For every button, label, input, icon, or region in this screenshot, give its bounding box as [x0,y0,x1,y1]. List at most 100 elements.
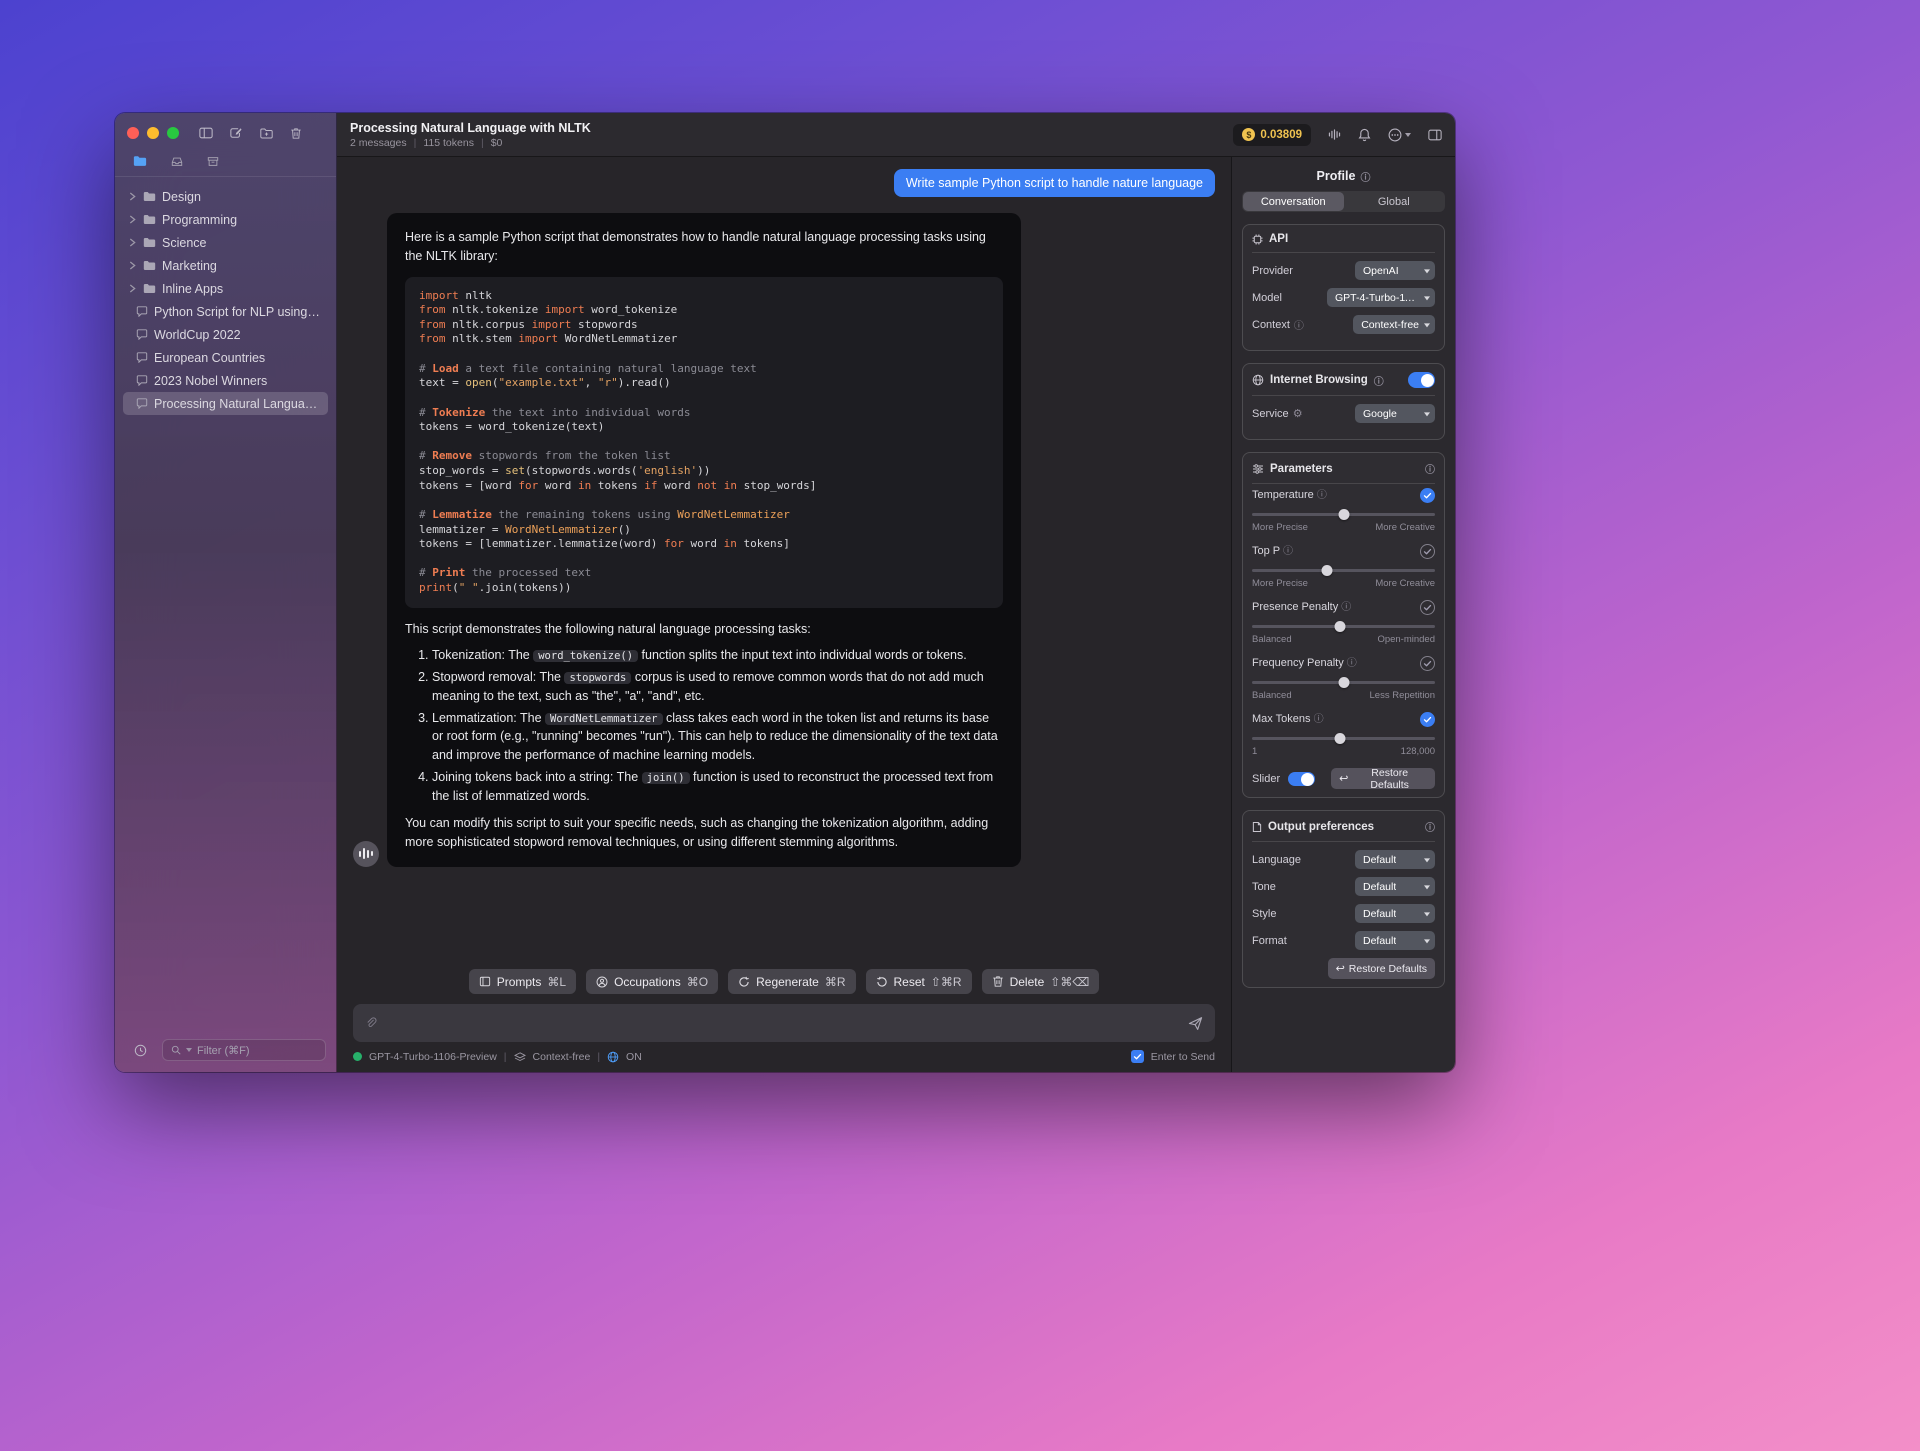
param-slider[interactable] [1252,564,1435,577]
sidebar-chat-worldcup-2022[interactable]: WorldCup 2022 [123,323,328,346]
folders-tab-icon[interactable] [133,155,147,167]
assistant-message: Here is a sample Python script that demo… [387,213,1021,867]
new-chat-icon[interactable] [224,121,248,145]
info-icon[interactable]: ⓘ [1317,490,1327,501]
tone-dropdown[interactable]: Default [1355,877,1435,896]
param-enable-checkbox[interactable] [1420,544,1435,559]
context-dropdown[interactable]: Context-free [1353,315,1435,334]
chevron-right-icon[interactable] [129,192,137,201]
chevron-down-icon [1405,132,1411,137]
info-icon[interactable]: ⓘ [1314,714,1324,725]
folder-label: Marketing [162,258,217,273]
param-enable-checkbox[interactable] [1420,712,1435,727]
param-slider[interactable] [1252,676,1435,689]
sidebar-folder-design[interactable]: Design [123,185,328,208]
restore-defaults-button[interactable]: ↩ Restore Defaults [1331,767,1435,791]
model-dropdown[interactable]: GPT-4-Turbo-1106-... [1327,288,1435,307]
chevron-down-icon [1424,938,1430,943]
internet-browsing-toggle[interactable] [1408,372,1435,388]
sidebar-folder-inline-apps[interactable]: Inline Apps [123,277,328,300]
sidebar-folder-programming[interactable]: Programming [123,208,328,231]
service-label: Service [1252,407,1289,420]
sidebar-folder-science[interactable]: Science [123,231,328,254]
history-icon[interactable] [128,1038,152,1062]
tab-conversation[interactable]: Conversation [1243,192,1344,211]
app-window: Design Programming Science Marketing Inline … [115,113,1455,1072]
slider-knob[interactable] [1338,677,1349,688]
new-folder-icon[interactable] [254,121,278,145]
conversation-cost: $0 [490,136,503,149]
info-icon[interactable]: ⓘ [1294,317,1304,332]
info-icon[interactable]: ⓘ [1347,658,1357,669]
language-dropdown[interactable]: Default [1355,850,1435,869]
param-slider[interactable] [1252,732,1435,745]
service-dropdown[interactable]: Google [1355,404,1435,423]
message-input[interactable] [353,1004,1215,1042]
sidebar-chat-european-countries[interactable]: European Countries [123,346,328,369]
chat-bubble-icon [136,398,148,409]
chevron-right-icon[interactable] [129,215,137,224]
notifications-bell-icon[interactable] [1358,128,1371,142]
waveform-icon [359,848,373,860]
slider-knob[interactable] [1321,565,1333,576]
enter-to-send-checkbox[interactable] [1130,1050,1144,1063]
format-dropdown[interactable]: Default [1355,931,1435,950]
chat-label: 2023 Nobel Winners [154,373,268,388]
more-options-icon[interactable] [1388,128,1411,142]
param-slider[interactable] [1252,508,1435,521]
chat-transcript[interactable]: Write sample Python script to handle nat… [337,157,1231,959]
prompts-button[interactable]: Prompts ⌘L [468,969,577,994]
sidebar-view-tabs [115,153,336,177]
slider-mode-toggle[interactable] [1288,771,1316,786]
regenerate-button[interactable]: Regenerate ⌘R [728,969,856,994]
chevron-down-icon [186,1048,192,1052]
chevron-right-icon[interactable] [129,261,137,270]
delete-chat-icon[interactable] [284,121,308,145]
slider-knob[interactable] [1338,509,1349,520]
delete-button[interactable]: Delete ⇧⌘⌫ [981,969,1100,994]
param-enable-checkbox[interactable] [1420,488,1435,503]
chevron-right-icon[interactable] [129,238,137,247]
param-temperature: Temperature ⓘ More Precise More Creative [1252,488,1435,533]
chevron-down-icon [1424,411,1430,416]
param-slider[interactable] [1252,620,1435,633]
toggle-sidebar-icon[interactable] [194,121,218,145]
chat-list[interactable]: Design Programming Science Marketing Inline … [115,177,336,1030]
param-enable-checkbox[interactable] [1420,600,1435,615]
param-enable-checkbox[interactable] [1420,656,1435,671]
sidebar-chat-2023-nobel-winners[interactable]: 2023 Nobel Winners [123,369,328,392]
info-icon[interactable]: ⓘ [1425,461,1435,476]
toggle-right-panel-icon[interactable] [1428,129,1442,141]
style-dropdown[interactable]: Default [1355,904,1435,923]
chevron-right-icon[interactable] [129,284,137,293]
folder-label: Inline Apps [162,281,224,296]
window-close-button[interactable] [127,127,139,139]
sidebar-folder-marketing[interactable]: Marketing [123,254,328,277]
sidebar-chat-python-script-for-nlp-using-nltk[interactable]: Python Script for NLP using NLTK [123,300,328,323]
activity-icon[interactable] [1328,129,1341,140]
assistant-intro: Here is a sample Python script that demo… [405,230,986,263]
usage-cost-badge[interactable]: $ 0.03809 [1233,123,1311,146]
slider-knob[interactable] [1334,621,1346,632]
info-icon[interactable]: ⓘ [1341,602,1351,613]
gear-icon[interactable]: ⚙ [1293,407,1303,420]
reset-button[interactable]: Reset ⇧⌘R [865,969,972,994]
info-icon[interactable]: ⓘ [1360,169,1370,184]
send-icon[interactable] [1188,1016,1203,1031]
slider-knob[interactable] [1334,733,1346,744]
occupations-button[interactable]: Occupations ⌘O [586,969,719,994]
sidebar-chat-processing-natural-language-wit[interactable]: Processing Natural Language wit... [123,392,328,415]
window-zoom-button[interactable] [167,127,179,139]
provider-dropdown[interactable]: OpenAI [1355,261,1435,280]
restore-defaults-button[interactable]: ↩ Restore Defaults [1327,958,1435,979]
inbox-tab-icon[interactable] [171,156,183,167]
tab-global[interactable]: Global [1344,192,1445,211]
info-icon[interactable]: ⓘ [1425,819,1435,834]
chevron-down-icon [1424,911,1430,916]
attachment-icon[interactable] [365,1017,377,1029]
filter-input[interactable]: Filter (⌘F) [162,1039,326,1061]
info-icon[interactable]: ⓘ [1374,373,1384,388]
archive-tab-icon[interactable] [207,156,219,167]
info-icon[interactable]: ⓘ [1283,546,1293,557]
window-minimize-button[interactable] [147,127,159,139]
